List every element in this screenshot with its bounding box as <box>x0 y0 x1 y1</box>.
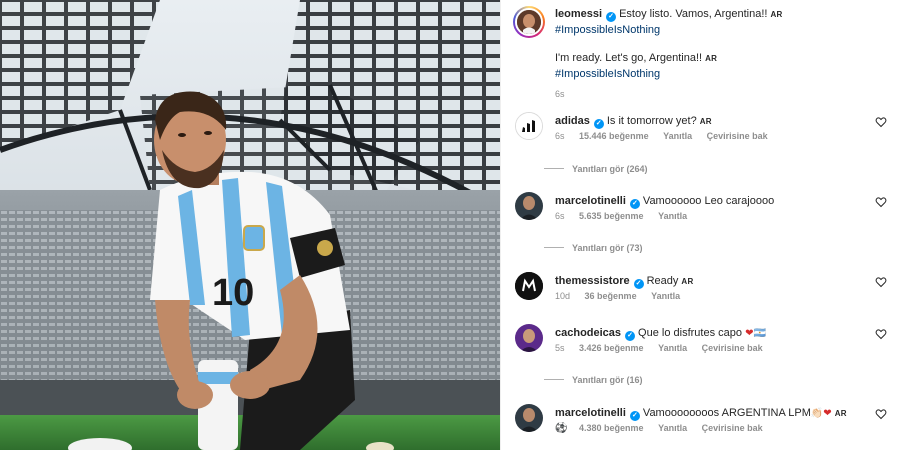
commenter-avatar[interactable] <box>515 404 543 432</box>
comment-message: Vamoooooo Leo carajoooo <box>642 195 775 207</box>
verified-badge-icon: ✓ <box>625 331 636 341</box>
hashtag-link[interactable]: #ImpossibleIsNothing <box>555 24 660 36</box>
comment-age: 10d <box>555 291 571 301</box>
comment-tag: AR <box>681 277 694 286</box>
comment-tag: AR <box>834 409 847 418</box>
commenter-username[interactable]: marcelotinelli <box>555 195 626 207</box>
comment-likes[interactable]: 15.446 beğenme <box>579 131 649 141</box>
comment-likes[interactable]: 3.426 beğenme <box>579 343 644 353</box>
caption-english: I'm ready. Let's go, Argentina!! <box>555 52 703 64</box>
reply-button[interactable]: Yanıtla <box>658 423 687 433</box>
view-replies-button[interactable]: Yanıtları gör (16) <box>572 375 643 385</box>
commenter-avatar[interactable] <box>515 324 543 352</box>
caption-spanish-tag: AR <box>770 10 783 19</box>
caption-english-tag: AR <box>705 54 718 63</box>
translate-button[interactable]: Çevirisine bak <box>707 131 768 141</box>
heart-icon[interactable] <box>875 196 887 208</box>
comment-item: themessistore ✓ Ready AR 10d 36 beğenme Yan… <box>513 272 893 332</box>
commenter-username[interactable]: cachodeicas <box>555 327 621 339</box>
comment-likes[interactable]: 4.380 beğenme <box>579 423 644 433</box>
commenter-username[interactable]: adidas <box>555 115 590 127</box>
view-replies-button[interactable]: Yanıtları gör (73) <box>572 243 643 253</box>
comment-message: Ready <box>646 275 679 287</box>
comment-emoji: ❤🇦🇷 <box>745 328 766 339</box>
svg-text:10: 10 <box>212 272 254 314</box>
comment-age: 6s <box>555 211 565 221</box>
heart-icon[interactable] <box>875 328 887 340</box>
hashtag-link-2[interactable]: #ImpossibleIsNothing <box>555 68 660 80</box>
comment-meta: 10d 36 beğenme Yanıtla <box>555 291 692 301</box>
heart-icon[interactable] <box>875 116 887 128</box>
comment-text: themessistore ✓ Ready AR <box>555 274 855 289</box>
comment-item: marcelotinelli ✓ Vamoooooo Leo carajoooo 6… <box>513 192 893 252</box>
comment-tag: AR <box>699 117 712 126</box>
comment-item: cachodeicas ✓ Que lo disfrutes capo ❤🇦🇷 5s… <box>513 324 893 384</box>
comment-message: Que lo disfrutes capo <box>638 327 742 339</box>
author-username[interactable]: leomessi <box>555 8 602 20</box>
caption-text: leomessi ✓ Estoy listo. Vamos, Argentina!!… <box>555 7 875 102</box>
commenter-avatar[interactable] <box>515 192 543 220</box>
comment-meta: 5s 3.426 beğenme Yanıtla Çevirisine bak <box>555 343 775 353</box>
comment-meta: 6s 5.635 beğenme Yanıtla <box>555 211 699 221</box>
post-age: 6s <box>555 89 565 99</box>
verified-badge-icon: ✓ <box>629 199 640 209</box>
reply-button[interactable]: Yanıtla <box>658 343 687 353</box>
view-replies-button[interactable]: Yanıtları gör (264) <box>572 164 648 174</box>
adidas-logo-icon <box>516 113 542 139</box>
commenter-username[interactable]: themessistore <box>555 275 630 287</box>
translate-button[interactable]: Çevirisine bak <box>702 343 763 353</box>
comment-text: cachodeicas ✓ Que lo disfrutes capo ❤🇦🇷 <box>555 326 855 341</box>
comment-item: adidas ✓ Is it tomorrow yet? AR 6s 15.446 b… <box>513 112 893 172</box>
author-avatar[interactable] <box>513 6 545 38</box>
verified-badge-icon: ✓ <box>593 119 604 129</box>
author-avatar-image <box>517 10 541 34</box>
heart-icon[interactable] <box>875 276 887 288</box>
comment-text: marcelotinelli ✓ Vamoooooo Leo carajoooo <box>555 194 855 209</box>
comment-meta: 6s 15.446 beğenme Yanıtla Çevirisine bak <box>555 131 780 141</box>
comment-age: 6s <box>555 423 565 433</box>
comment-message: Is it tomorrow yet? <box>606 115 697 127</box>
reply-button[interactable]: Yanıtla <box>658 211 687 221</box>
caption-spanish: Estoy listo. Vamos, Argentina!! <box>619 8 768 20</box>
messi-store-logo-icon <box>515 272 543 300</box>
translate-button[interactable]: Çevirisine bak <box>702 423 763 433</box>
commenter-avatar[interactable] <box>515 112 543 140</box>
reply-button[interactable]: Yanıtla <box>651 291 680 301</box>
post-image: 10 <box>0 0 500 450</box>
reply-button[interactable]: Yanıtla <box>663 131 692 141</box>
verified-badge-icon: ✓ <box>629 411 640 421</box>
commenter-username[interactable]: marcelotinelli <box>555 407 626 419</box>
verified-badge-icon: ✓ <box>606 12 617 22</box>
comment-message: Vamoooooooos ARGENTINA LPM <box>642 407 811 419</box>
comment-emoji: 👏🏻❤ <box>810 408 832 419</box>
comment-age: 5s <box>555 343 565 353</box>
comment-age: 6s <box>555 131 565 141</box>
heart-icon[interactable] <box>875 408 887 420</box>
comment-item: marcelotinelli ✓ Vamoooooooos ARGENTINA LP… <box>513 404 893 450</box>
person-avatar-image <box>515 324 543 352</box>
comment-meta: 6s 4.380 beğenme Yanıtla Çevirisine bak <box>555 423 775 433</box>
person-avatar-image <box>515 404 543 432</box>
comment-text: adidas ✓ Is it tomorrow yet? AR <box>555 114 855 129</box>
person-avatar-image <box>515 192 543 220</box>
comments-panel: leomessi ✓ Estoy listo. Vamos, Argentina!!… <box>500 0 900 450</box>
commenter-avatar[interactable] <box>515 272 543 300</box>
comment-likes[interactable]: 36 beğenme <box>585 291 637 301</box>
verified-badge-icon: ✓ <box>633 279 644 289</box>
stadium-photo: 10 <box>0 0 500 450</box>
comment-likes[interactable]: 5.635 beğenme <box>579 211 644 221</box>
